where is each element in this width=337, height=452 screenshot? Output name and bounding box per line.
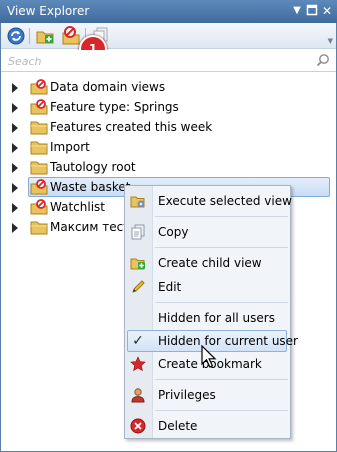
- menu-item-copy[interactable]: Copy: [125, 221, 290, 243]
- folder-icon: [30, 161, 48, 175]
- tree-item-label: Tautology root: [50, 160, 136, 174]
- menu-item-hidden-for-all-users[interactable]: Hidden for all users: [125, 307, 290, 329]
- toolbar-separator: [29, 28, 30, 44]
- tree-item-label: Waste basket: [50, 180, 131, 194]
- expand-arrow-icon[interactable]: [12, 83, 18, 93]
- menu-separator: [155, 410, 288, 411]
- user-icon: [131, 388, 145, 403]
- menu-item-label: Copy: [158, 225, 189, 239]
- menu-item-label: Hidden for current user: [158, 334, 298, 348]
- search-input[interactable]: [6, 52, 310, 70]
- no-entry-folder-icon: [62, 26, 80, 45]
- menu-item-label: Create child view: [158, 256, 262, 270]
- menu-separator: [155, 379, 288, 380]
- no-entry-folder-icon: [30, 199, 48, 215]
- tree-item-label: Feature type: Springs: [50, 100, 179, 114]
- expand-arrow-icon[interactable]: [12, 203, 18, 213]
- pencil-icon: [132, 280, 145, 293]
- folder-icon: [30, 221, 48, 235]
- no-entry-view-button[interactable]: [61, 26, 81, 46]
- menu-item-create-child-view[interactable]: Create child view: [125, 252, 290, 274]
- menu-separator: [155, 247, 288, 248]
- menu-item-label: Execute selected view: [158, 194, 292, 208]
- mouse-cursor-icon: [201, 344, 219, 369]
- no-entry-folder-icon: [30, 79, 48, 95]
- expand-arrow-icon[interactable]: [12, 183, 18, 193]
- context-menu: Execute selected view Copy Create child …: [124, 185, 298, 439]
- tree-item[interactable]: Features created this week: [0, 118, 337, 138]
- expand-arrow-icon[interactable]: [12, 223, 18, 233]
- close-icon[interactable]: ✕: [320, 4, 334, 18]
- add-view-button[interactable]: [35, 26, 55, 46]
- no-entry-folder-icon: [30, 99, 48, 115]
- menu-item-privileges[interactable]: Privileges: [125, 384, 290, 406]
- tree-item[interactable]: Import: [0, 138, 337, 158]
- menu-item-label: Hidden for all users: [158, 311, 275, 325]
- search-icon[interactable]: [316, 53, 330, 67]
- menu-separator: [155, 302, 288, 303]
- title-bar: View Explorer ▼ ✕: [0, 0, 337, 23]
- menu-separator: [155, 216, 288, 217]
- tree-item-label: Import: [50, 140, 90, 154]
- menu-item-edit[interactable]: Edit: [125, 276, 290, 298]
- toolbar-overflow-icon[interactable]: ▼: [328, 37, 333, 45]
- expand-arrow-icon[interactable]: [12, 143, 18, 153]
- expand-arrow-icon[interactable]: [12, 123, 18, 133]
- refresh-icon: [7, 27, 25, 45]
- tree-item-label: Data domain views: [50, 80, 166, 94]
- tree-item[interactable]: Tautology root: [0, 158, 337, 178]
- add-folder-icon: [130, 258, 145, 270]
- tree-item-label: Watchlist: [50, 200, 105, 214]
- menu-item-delete[interactable]: Delete: [125, 415, 290, 437]
- dropdown-arrow-icon[interactable]: ▼: [290, 4, 304, 18]
- menu-item-execute-selected-view[interactable]: Execute selected view: [125, 190, 292, 212]
- checkmark-icon: ✓: [132, 333, 144, 349]
- maximize-icon[interactable]: [305, 4, 319, 18]
- tree-item[interactable]: Data domain views: [0, 78, 337, 98]
- no-entry-folder-icon: [30, 179, 48, 195]
- add-folder-icon: [36, 31, 54, 44]
- search-box: [1, 50, 336, 72]
- tree-item[interactable]: Feature type: Springs: [0, 98, 337, 118]
- expand-arrow-icon[interactable]: [12, 103, 18, 113]
- menu-item-label: Delete: [158, 419, 198, 433]
- delete-icon: [130, 418, 146, 434]
- menu-item-label: Privileges: [158, 388, 216, 402]
- tree-item-label: Features created this week: [50, 120, 213, 134]
- execute-view-icon: [130, 196, 145, 208]
- toolbar: ▼: [1, 23, 336, 49]
- refresh-button[interactable]: [6, 26, 26, 46]
- folder-icon: [30, 141, 48, 155]
- expand-arrow-icon[interactable]: [12, 163, 18, 173]
- window-title: View Explorer: [7, 4, 90, 18]
- copy-icon: [131, 224, 145, 240]
- folder-icon: [30, 121, 48, 135]
- menu-item-label: Edit: [158, 280, 182, 294]
- star-icon: [130, 356, 146, 372]
